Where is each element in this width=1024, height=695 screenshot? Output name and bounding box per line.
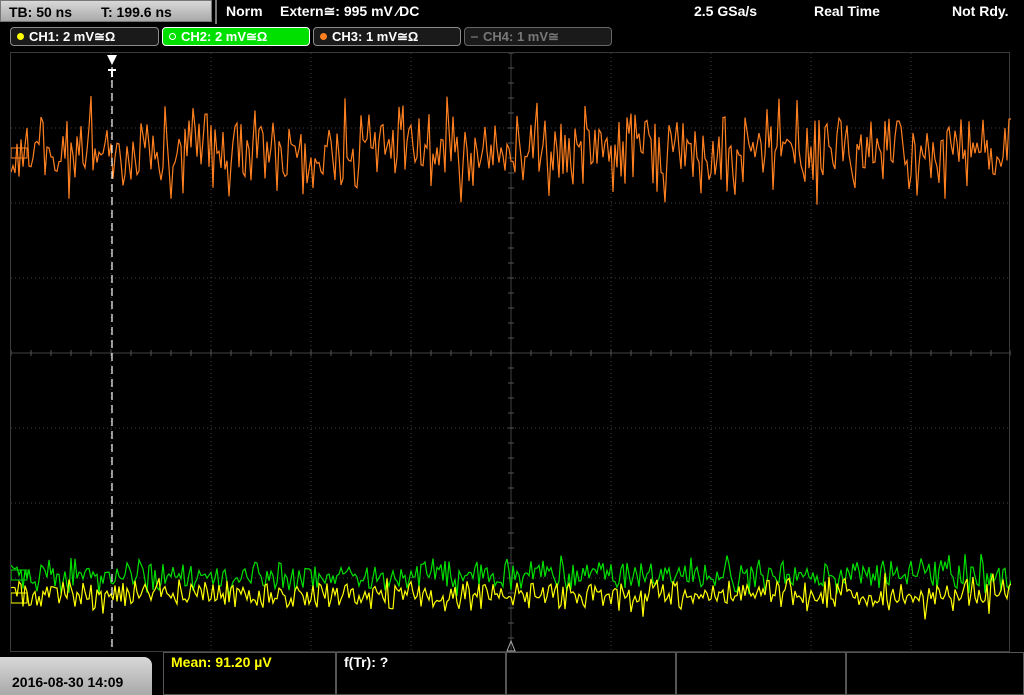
channel-4-button[interactable]: CH4: 1 mV≅ [464, 27, 612, 46]
channel-1-color-icon [17, 33, 24, 40]
channel-3-label: CH3: 1 mV≅Ω [332, 29, 419, 44]
channel-1-label: CH1: 2 mV≅Ω [29, 29, 116, 44]
channel-4-disabled-icon [471, 36, 478, 38]
channel-3-color-icon [320, 33, 327, 40]
waveform-display[interactable] [10, 52, 1012, 654]
channel-4-label: CH4: 1 mV≅ [483, 29, 559, 44]
channel-3-button[interactable]: CH3: 1 mV≅Ω [313, 27, 461, 46]
datetime-box: 2016-08-30 14:09 [0, 657, 152, 695]
measurement-2-value: f(Tr): ? [344, 654, 389, 670]
acquisition-mode: Real Time [814, 3, 880, 19]
measurement-1[interactable]: Mean: 91.20 µV [163, 652, 336, 695]
channel-2-label: CH2: 2 mV≅Ω [181, 29, 268, 44]
top-status-bar: TB: 50 ns T: 199.6 ns Norm Extern≅: 995 … [0, 0, 1024, 24]
trigger-time-label: T: 199.6 ns [101, 4, 172, 20]
trigger-T-icon [108, 69, 116, 77]
channel-1-button[interactable]: CH1: 2 mV≅Ω [10, 27, 159, 46]
acquisition-status: Not Rdy. [952, 3, 1009, 19]
measurement-1-value: Mean: 91.20 µV [171, 654, 272, 670]
timebase-label: TB: 50 ns [9, 4, 73, 20]
channel-bar: CH1: 2 mV≅Ω CH2: 2 mV≅Ω CH3: 1 mV≅Ω CH4:… [0, 26, 1024, 48]
measurement-2[interactable]: f(Tr): ? [336, 652, 506, 695]
sample-rate: 2.5 GSa/s [694, 3, 758, 19]
trigger-mode[interactable]: Norm [226, 3, 263, 19]
header-separator [215, 0, 217, 24]
trigger-source[interactable]: Extern≅: 995 mV ⁄DC [280, 3, 419, 20]
measurement-4[interactable] [676, 652, 846, 695]
measurement-5[interactable] [846, 652, 1024, 695]
timebase-box[interactable]: TB: 50 ns T: 199.6 ns [0, 0, 212, 22]
measurement-3[interactable] [506, 652, 676, 695]
datetime-label: 2016-08-30 14:09 [12, 674, 124, 690]
channel-2-button[interactable]: CH2: 2 mV≅Ω [162, 27, 310, 46]
channel-2-color-icon [169, 33, 176, 40]
waveform-canvas [10, 52, 1012, 654]
trigger-T-marker-icon[interactable] [107, 55, 117, 65]
